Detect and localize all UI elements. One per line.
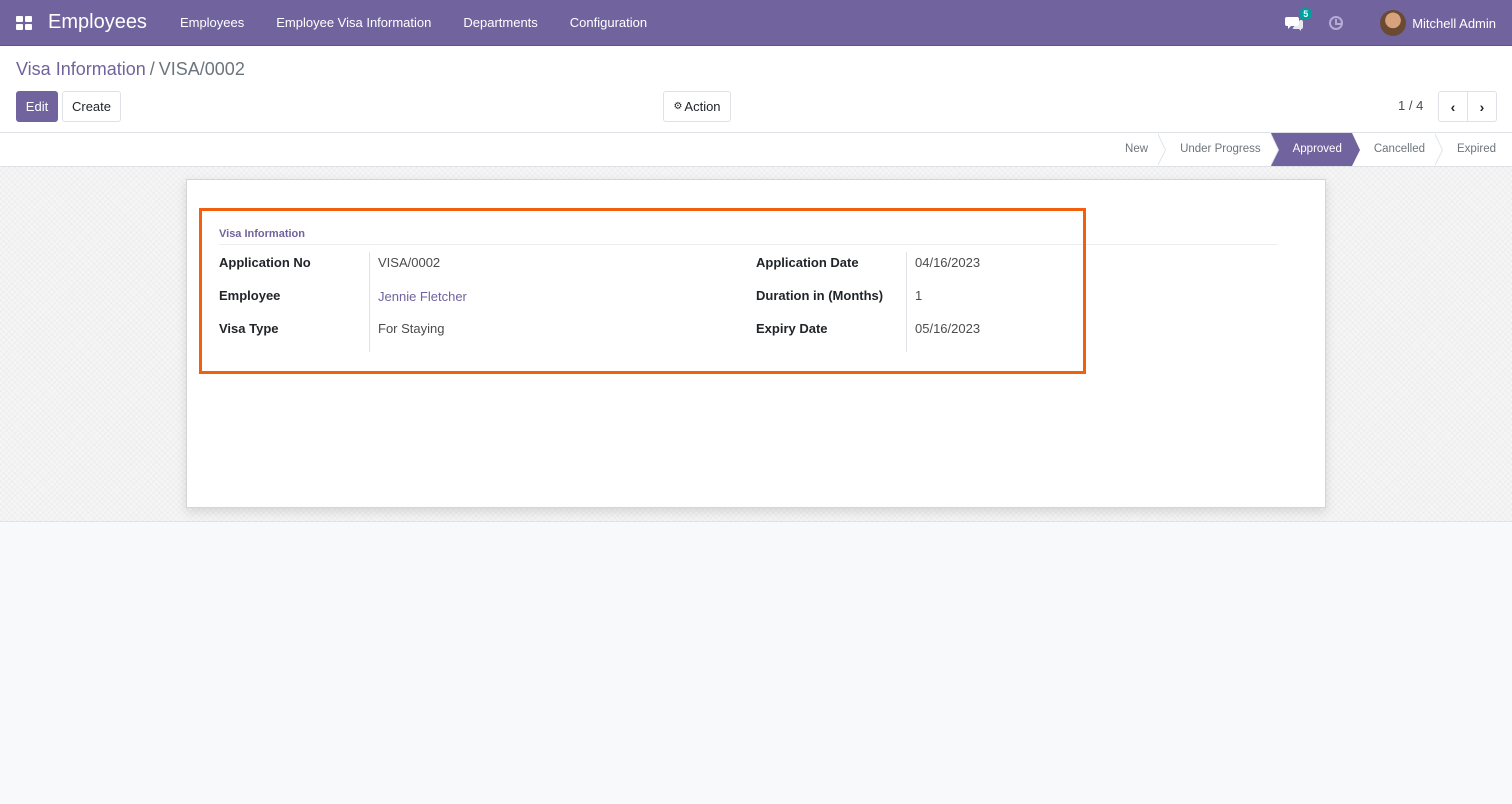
messages-icon[interactable]: 5 — [1285, 8, 1313, 31]
pager-value[interactable]: 1 / 4 — [1398, 98, 1423, 113]
breadcrumb-separator: / — [149, 59, 155, 79]
chevron-right-icon[interactable]: › — [1467, 92, 1496, 121]
breadcrumb-parent[interactable]: Visa Information — [16, 59, 146, 80]
messages-count-badge: 5 — [1299, 8, 1313, 20]
action-button[interactable]: ⚙ Action — [663, 91, 731, 122]
stage-under-progress[interactable]: Under Progress — [1158, 133, 1279, 166]
status-bar: New Under Progress Approved Cancelled Ex… — [0, 133, 1512, 167]
menu-item-employees[interactable]: Employees — [164, 0, 260, 46]
stage-approved[interactable]: Approved — [1270, 133, 1361, 166]
menu-item-configuration[interactable]: Configuration — [554, 0, 663, 46]
action-label: Action — [684, 99, 721, 114]
highlight-box — [199, 208, 1086, 374]
activity-clock-icon[interactable] — [1329, 16, 1344, 30]
stage-new[interactable]: New — [1115, 133, 1167, 166]
menu-item-departments[interactable]: Departments — [447, 0, 553, 46]
user-avatar[interactable] — [1380, 10, 1407, 36]
status-stages: New Under Progress Approved Cancelled Ex… — [1115, 133, 1506, 166]
stage-expired[interactable]: Expired — [1435, 133, 1506, 166]
app-brand[interactable]: Employees — [48, 11, 147, 34]
control-panel: Visa Information / VISA/0002 Edit Create… — [0, 46, 1512, 133]
breadcrumb-current: VISA/0002 — [158, 59, 245, 79]
chevron-left-icon[interactable]: ‹ — [1439, 92, 1467, 121]
top-navbar: Employees Employees Employee Visa Inform… — [0, 0, 1512, 46]
menu-item-employee-visa-information[interactable]: Employee Visa Information — [260, 0, 447, 46]
user-name[interactable]: Mitchell Admin — [1412, 16, 1496, 31]
main-menu: Employees Employee Visa Information Depa… — [164, 0, 663, 46]
breadcrumb: Visa Information / VISA/0002 — [16, 59, 245, 80]
edit-button[interactable]: Edit — [16, 91, 58, 122]
create-button[interactable]: Create — [62, 91, 121, 122]
pager-buttons: ‹ › — [1438, 91, 1497, 122]
gear-icon: ⚙ — [673, 101, 683, 112]
navbar-systray: 5 Mitchell Admin — [1285, 0, 1496, 46]
stage-cancelled[interactable]: Cancelled — [1352, 133, 1444, 166]
apps-menu-icon[interactable] — [16, 15, 32, 30]
